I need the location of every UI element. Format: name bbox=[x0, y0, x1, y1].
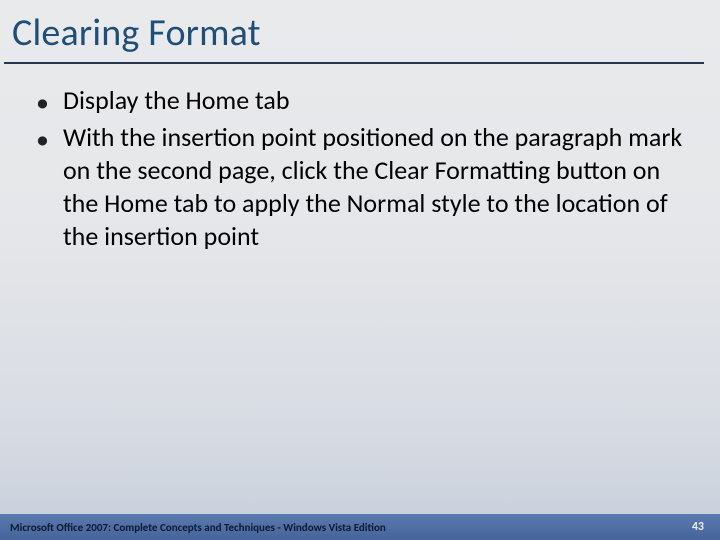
footer-bar: Microsoft Office 2007: Complete Concepts… bbox=[0, 514, 720, 540]
slide-title: Clearing Format bbox=[0, 0, 720, 62]
page-number: 43 bbox=[692, 520, 704, 534]
slide-content: • Display the Home tab • With the insert… bbox=[0, 64, 720, 254]
slide: Clearing Format • Display the Home tab •… bbox=[0, 0, 720, 540]
footer-source: Microsoft Office 2007: Complete Concepts… bbox=[10, 521, 386, 534]
bullet-icon: • bbox=[36, 123, 49, 156]
bullet-text: With the insertion point positioned on t… bbox=[63, 121, 690, 254]
bullet-icon: • bbox=[36, 86, 49, 119]
list-item: • Display the Home tab bbox=[36, 84, 690, 119]
list-item: • With the insertion point positioned on… bbox=[36, 121, 690, 254]
bullet-text: Display the Home tab bbox=[63, 84, 290, 117]
